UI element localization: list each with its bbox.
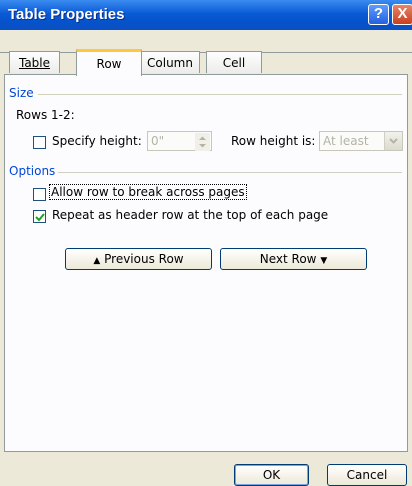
dropdown-button[interactable] — [384, 132, 402, 150]
row-height-is-label: Row height is: — [231, 134, 316, 148]
tab-row[interactable]: Row — [76, 49, 142, 76]
dialog-footer: OK Cancel — [0, 452, 412, 486]
help-button[interactable]: ? — [368, 4, 389, 25]
next-row-button[interactable]: Next Row ▼ — [220, 248, 367, 270]
tab-column[interactable]: Column — [140, 51, 200, 73]
previous-row-label: Previous Row — [104, 252, 184, 266]
rows-label: Rows 1-2: — [16, 108, 75, 122]
up-arrow-icon: ▲ — [93, 256, 101, 266]
specify-height-label: Specify height: — [52, 134, 142, 148]
previous-row-button[interactable]: ▲ Previous Row — [65, 248, 212, 270]
close-button[interactable]: X — [392, 4, 412, 25]
next-row-label: Next Row — [259, 252, 317, 266]
down-arrow-icon: ▼ — [320, 256, 328, 266]
height-value: 0" — [151, 134, 165, 148]
options-divider — [58, 172, 402, 173]
tab-table[interactable]: Table — [9, 51, 60, 73]
row-height-is-select[interactable]: At least — [319, 131, 403, 151]
options-heading: Options — [9, 164, 56, 178]
chevron-down-icon — [389, 138, 398, 144]
size-divider — [38, 94, 402, 95]
spinner-arrows-icon — [199, 136, 206, 148]
height-spinner[interactable] — [195, 133, 210, 151]
allow-break-checkbox[interactable] — [33, 188, 46, 201]
row-height-is-value: At least — [323, 134, 369, 148]
tab-cell-label: Cell — [222, 56, 246, 70]
height-input[interactable]: 0" — [147, 131, 212, 151]
repeat-header-label: Repeat as header row at the top of each … — [52, 208, 329, 222]
title-bar: Table Properties ? X — [0, 0, 412, 30]
tab-cell[interactable]: Cell — [206, 51, 262, 73]
specify-height-checkbox[interactable] — [33, 136, 46, 149]
tab-column-label: Column — [147, 56, 193, 70]
tab-panel: Size Rows 1-2: Specify height: 0" Row he… — [4, 74, 408, 452]
repeat-header-checkbox[interactable] — [33, 210, 46, 223]
size-heading: Size — [9, 86, 34, 100]
window-title: Table Properties — [8, 6, 125, 23]
tab-row-label: Row — [96, 57, 122, 71]
tab-table-label: Table — [18, 56, 51, 70]
allow-break-label: Allow row to break across pages — [49, 184, 247, 200]
checkmark-icon — [35, 213, 45, 222]
